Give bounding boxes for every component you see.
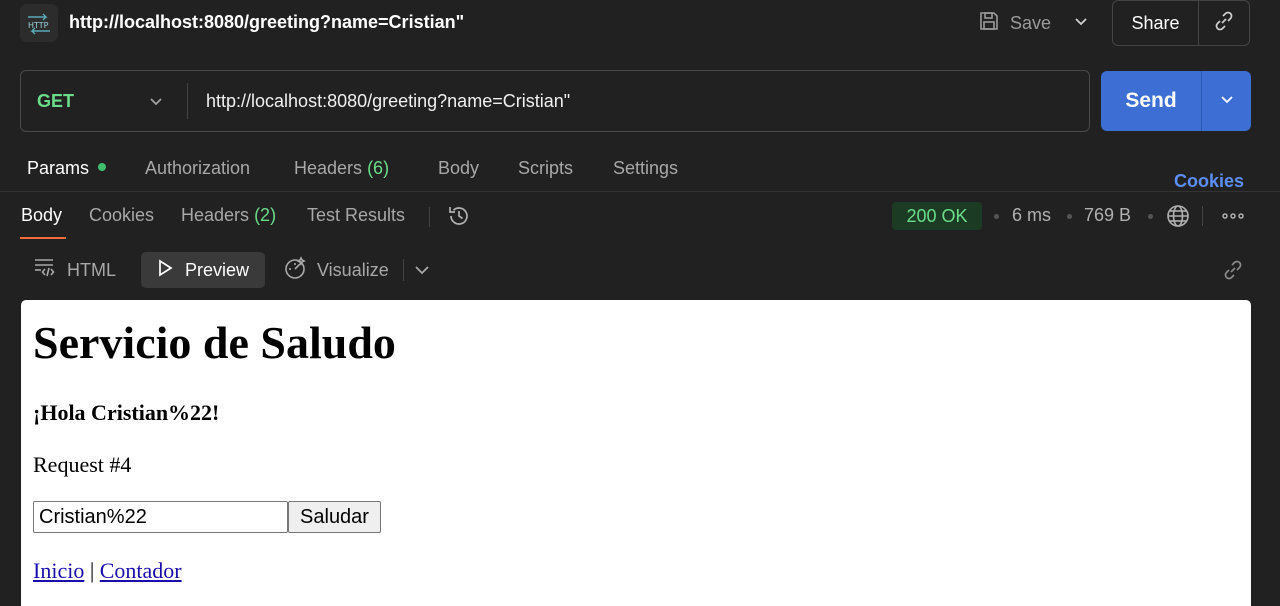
svg-text:HTTP: HTTP xyxy=(28,21,49,30)
copy-link-button[interactable] xyxy=(1199,1,1249,45)
response-tab-body[interactable]: Body xyxy=(21,205,62,226)
tab-headers[interactable]: Headers (6) xyxy=(294,158,389,179)
view-visualize-button[interactable]: Visualize xyxy=(283,252,389,288)
page-title: Servicio de Saludo xyxy=(33,317,396,368)
share-button[interactable]: Share xyxy=(1113,1,1199,45)
globe-icon[interactable] xyxy=(1165,203,1191,234)
view-label: Visualize xyxy=(317,259,389,280)
history-icon[interactable] xyxy=(446,203,472,234)
chevron-down-icon xyxy=(1220,92,1234,110)
chevron-down-icon xyxy=(413,264,431,281)
tab-scripts[interactable]: Scripts xyxy=(518,158,573,179)
view-label: HTML xyxy=(67,259,116,280)
share-group: Share xyxy=(1112,0,1250,46)
tab-settings[interactable]: Settings xyxy=(613,158,678,179)
chevron-down-icon xyxy=(149,91,163,112)
method-label: GET xyxy=(37,90,75,111)
visualize-icon xyxy=(283,255,307,285)
send-options-button[interactable] xyxy=(1202,71,1251,131)
tab-label: Settings xyxy=(613,158,679,178)
params-active-dot xyxy=(98,163,107,171)
more-options-icon[interactable] xyxy=(1220,205,1246,232)
separator-dot xyxy=(1148,214,1153,219)
home-link[interactable]: Inicio xyxy=(33,558,84,583)
view-label: Preview xyxy=(185,259,250,280)
response-tab-test-results[interactable]: Test Results xyxy=(307,205,405,226)
play-icon xyxy=(155,258,175,283)
request-title[interactable]: http://localhost:8080/greeting?name=Cris… xyxy=(69,12,464,33)
send-group: Send xyxy=(1101,71,1251,131)
view-html-button[interactable]: HTML xyxy=(33,252,116,288)
request-header: HTTP http://localhost:8080/greeting?name… xyxy=(0,0,1280,46)
save-button[interactable]: Save xyxy=(970,4,1059,42)
tab-label: Scripts xyxy=(518,158,574,178)
save-options-button[interactable] xyxy=(1064,4,1098,42)
link-icon xyxy=(1212,9,1236,38)
cookies-link[interactable]: Cookies xyxy=(1174,171,1244,192)
tab-label: Params xyxy=(27,158,90,178)
code-lines-icon xyxy=(33,256,57,285)
save-label: Save xyxy=(1010,12,1052,33)
save-icon xyxy=(978,10,1000,37)
tab-label: Body xyxy=(438,158,480,178)
response-tab-cookies[interactable]: Cookies xyxy=(89,205,154,226)
divider xyxy=(1202,206,1203,226)
headers-count: (2) xyxy=(254,205,277,225)
response-time[interactable]: 6 ms xyxy=(1012,205,1051,226)
divider xyxy=(429,207,430,227)
response-size[interactable]: 769 B xyxy=(1084,205,1131,226)
tab-body[interactable]: Body xyxy=(438,158,479,179)
tab-label: Authorization xyxy=(145,158,251,178)
greet-button[interactable]: Saludar xyxy=(288,501,381,533)
url-input[interactable] xyxy=(188,71,1089,131)
url-bar: GET xyxy=(20,70,1090,132)
separator-dot xyxy=(1067,214,1072,219)
response-preview: Servicio de Saludo ¡Hola Cristian%22! Re… xyxy=(21,300,1251,606)
divider xyxy=(0,191,1280,192)
status-badge[interactable]: 200 OK xyxy=(892,202,982,230)
tab-label: Headers xyxy=(181,205,250,225)
http-icon: HTTP xyxy=(20,4,58,42)
tab-params[interactable]: Params xyxy=(27,158,107,179)
separator-dot xyxy=(994,214,999,219)
headers-count: (6) xyxy=(367,158,390,178)
method-select[interactable]: GET xyxy=(21,71,187,131)
active-tab-indicator xyxy=(20,237,66,239)
response-tab-headers[interactable]: Headers (2) xyxy=(181,205,276,226)
greeting-message: ¡Hola Cristian%22! xyxy=(33,400,220,425)
nav-links: Inicio | Contador xyxy=(33,558,182,584)
tab-label: Headers xyxy=(294,158,363,178)
counter-link[interactable]: Contador xyxy=(100,558,182,583)
tab-authorization[interactable]: Authorization xyxy=(145,158,250,179)
chevron-down-icon xyxy=(1074,14,1088,32)
copy-link-icon[interactable] xyxy=(1221,258,1245,287)
request-counter: Request #4 xyxy=(33,452,132,477)
divider xyxy=(403,259,404,281)
link-separator: | xyxy=(89,558,95,583)
view-preview-button[interactable]: Preview xyxy=(141,252,265,288)
name-input[interactable] xyxy=(33,501,288,533)
view-options-button[interactable] xyxy=(413,263,431,282)
send-button[interactable]: Send xyxy=(1101,71,1202,131)
